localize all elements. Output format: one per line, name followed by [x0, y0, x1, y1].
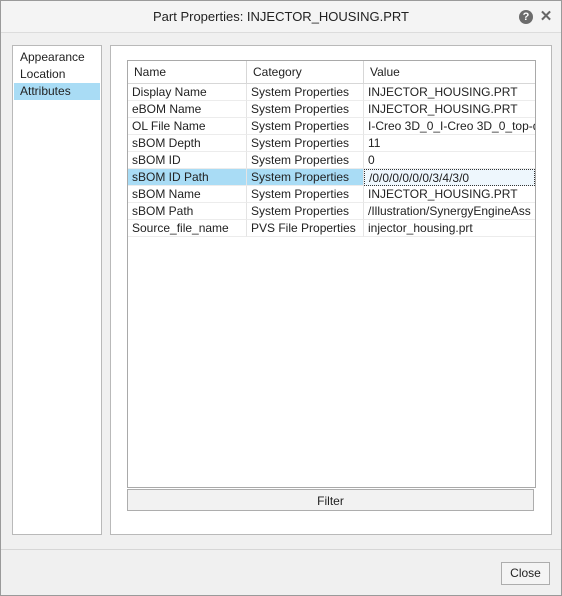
part-properties-dialog: Part Properties: INJECTOR_HOUSING.PRT ? … — [0, 0, 562, 596]
table-row[interactable]: eBOM Name System Properties INJECTOR_HOU… — [128, 101, 535, 118]
attributes-panel: Name Category Value Display Name System … — [110, 45, 552, 535]
attributes-table: Name Category Value Display Name System … — [127, 60, 536, 488]
cell-category: System Properties — [247, 203, 364, 220]
table-row-selected[interactable]: sBOM ID Path System Properties /0/0/0/0/… — [128, 169, 535, 186]
dialog-content: Appearance Location Attributes Name Cate… — [1, 33, 561, 550]
cell-category: System Properties — [247, 152, 364, 169]
nav-item-appearance[interactable]: Appearance — [14, 49, 100, 66]
cell-name: Source_file_name — [128, 220, 247, 237]
table-header: Name Category Value — [128, 61, 535, 84]
cell-value: /Illustration/SynergyEngineAss — [364, 203, 535, 220]
table-row[interactable]: Display Name System Properties INJECTOR_… — [128, 84, 535, 101]
table-row[interactable]: Source_file_name PVS File Properties inj… — [128, 220, 535, 237]
column-header-category[interactable]: Category — [247, 61, 364, 83]
table-row[interactable]: sBOM ID System Properties 0 — [128, 152, 535, 169]
cell-value: injector_housing.prt — [364, 220, 535, 237]
help-icon[interactable]: ? — [519, 10, 533, 24]
cell-category: System Properties — [247, 186, 364, 203]
cell-name: eBOM Name — [128, 101, 247, 118]
cell-category: System Properties — [247, 101, 364, 118]
table-row[interactable]: sBOM Path System Properties /Illustratio… — [128, 203, 535, 220]
filter-button[interactable]: Filter — [127, 489, 534, 511]
column-header-value[interactable]: Value — [364, 61, 535, 83]
cell-category: System Properties — [247, 84, 364, 101]
nav-item-location[interactable]: Location — [14, 66, 100, 83]
cell-name: sBOM ID — [128, 152, 247, 169]
cell-value: 0 — [364, 152, 535, 169]
table-row[interactable]: sBOM Depth System Properties 11 — [128, 135, 535, 152]
cell-value: INJECTOR_HOUSING.PRT — [364, 84, 535, 101]
nav-item-attributes[interactable]: Attributes — [14, 83, 100, 100]
cell-name: OL File Name — [128, 118, 247, 135]
table-row[interactable]: OL File Name System Properties I-Creo 3D… — [128, 118, 535, 135]
title-bar: Part Properties: INJECTOR_HOUSING.PRT ? … — [1, 1, 561, 33]
cell-category: System Properties — [247, 118, 364, 135]
category-nav: Appearance Location Attributes — [12, 45, 102, 535]
cell-category: System Properties — [247, 135, 364, 152]
dialog-title: Part Properties: INJECTOR_HOUSING.PRT — [153, 9, 409, 24]
cell-value-focused[interactable]: /0/0/0/0/0/0/3/4/3/0 — [364, 169, 535, 186]
cell-value: INJECTOR_HOUSING.PRT — [364, 186, 535, 203]
column-header-name[interactable]: Name — [128, 61, 247, 83]
cell-name: sBOM Depth — [128, 135, 247, 152]
cell-name: Display Name — [128, 84, 247, 101]
close-button[interactable]: Close — [501, 562, 550, 585]
cell-value: INJECTOR_HOUSING.PRT — [364, 101, 535, 118]
cell-name: sBOM Path — [128, 203, 247, 220]
cell-category: PVS File Properties — [247, 220, 364, 237]
table-row[interactable]: sBOM Name System Properties INJECTOR_HOU… — [128, 186, 535, 203]
cell-name: sBOM ID Path — [128, 169, 247, 186]
cell-value: I-Creo 3D_0_I-Creo 3D_0_top-d — [364, 118, 535, 135]
cell-value: 11 — [364, 135, 535, 152]
cell-name: sBOM Name — [128, 186, 247, 203]
close-icon[interactable]: ✕ — [538, 9, 554, 25]
cell-category: System Properties — [247, 169, 364, 186]
